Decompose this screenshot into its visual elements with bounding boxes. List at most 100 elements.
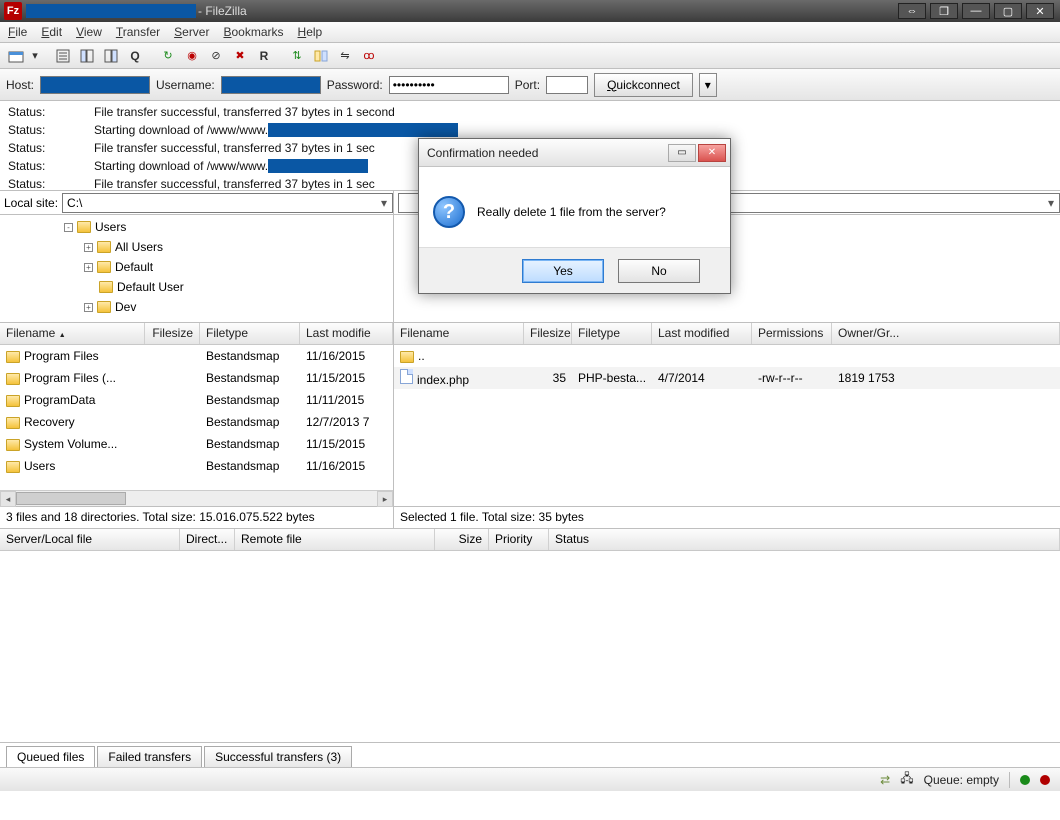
col-direction[interactable]: Direct... [180, 529, 235, 550]
menu-edit[interactable]: Edit [41, 25, 62, 39]
port-label: Port: [515, 78, 540, 92]
yes-button[interactable]: Yes [522, 259, 604, 283]
tab-queued[interactable]: Queued files [6, 746, 95, 767]
window-left-right-icon[interactable]: ⇔ [898, 3, 926, 19]
dialog-message: Really delete 1 file from the server? [477, 205, 666, 219]
process-queue-icon[interactable]: ◉ [182, 46, 202, 66]
menu-transfer[interactable]: Transfer [116, 25, 160, 39]
col-priority[interactable]: Priority [489, 529, 549, 550]
disconnect-icon[interactable]: ✖ [230, 46, 250, 66]
tab-successful[interactable]: Successful transfers (3) [204, 746, 352, 767]
list-row[interactable]: RecoveryBestandsmap12/7/2013 7 [0, 411, 393, 433]
filter-icon[interactable]: ⇅ [287, 46, 307, 66]
toolbar-dropdown-icon[interactable]: ▾ [30, 46, 40, 66]
list-row[interactable]: UsersBestandsmap11/16/2015 [0, 455, 393, 477]
queue-header: Server/Local file Direct... Remote file … [0, 529, 1060, 551]
username-label: Username: [156, 78, 215, 92]
list-row[interactable]: Program Files (...Bestandsmap11/15/2015 [0, 367, 393, 389]
menu-help[interactable]: Help [298, 25, 323, 39]
window-minimize-icon[interactable]: — [962, 3, 990, 19]
reconnect-icon[interactable]: R [254, 46, 274, 66]
search-icon[interactable]: ꚙ [359, 46, 379, 66]
list-row[interactable]: index.php35PHP-besta...4/7/2014-rw-r--r-… [394, 367, 1060, 389]
queue-body[interactable] [0, 551, 1060, 743]
toggle-queue-icon[interactable]: Q [125, 46, 145, 66]
menu-bookmarks[interactable]: Bookmarks [223, 25, 283, 39]
tree-node[interactable]: +Dev [4, 297, 389, 317]
title-bar: Fz - FileZilla ⇔ ❐ — ▢ ✕ [0, 0, 1060, 22]
dialog-help-icon[interactable]: ▭ [668, 144, 696, 162]
compare-icon[interactable] [311, 46, 331, 66]
list-row[interactable]: System Volume...Bestandsmap11/15/2015 [0, 433, 393, 455]
toggle-log-icon[interactable] [53, 46, 73, 66]
local-strip: 3 files and 18 directories. Total size: … [0, 507, 394, 528]
confirm-dialog: Confirmation needed ▭ ✕ ? Really delete … [418, 138, 731, 294]
quickconnect-button[interactable]: Quickconnect [594, 73, 693, 97]
list-row[interactable]: .. [394, 345, 1060, 367]
status-line: File transfer successful, transferred 37… [94, 105, 395, 119]
menu-file[interactable]: FFileile [8, 25, 27, 39]
window-maximize-icon[interactable]: ▢ [994, 3, 1022, 19]
toggle-local-tree-icon[interactable] [77, 46, 97, 66]
col-filename[interactable]: Filename [394, 323, 524, 344]
site-manager-icon[interactable] [6, 46, 26, 66]
toolbar: ▾ Q ↻ ◉ ⊘ ✖ R ⇅ ⇋ ꚙ [0, 43, 1060, 69]
tab-failed[interactable]: Failed transfers [97, 746, 202, 767]
col-size[interactable]: Size [435, 529, 489, 550]
list-row[interactable]: Program FilesBestandsmap11/16/2015 [0, 345, 393, 367]
transfer-icon: ⇄ [880, 773, 890, 787]
col-filesize[interactable]: Filesize [524, 323, 572, 344]
window-restore-icon[interactable]: ❐ [930, 3, 958, 19]
col-remote-file[interactable]: Remote file [235, 529, 435, 550]
tree-node[interactable]: +All Users [4, 237, 389, 257]
no-button[interactable]: No [618, 259, 700, 283]
local-site-label: Local site: [4, 196, 58, 210]
menu-server[interactable]: Server [174, 25, 209, 39]
col-server-local[interactable]: Server/Local file [0, 529, 180, 550]
col-filesize[interactable]: Filesize [145, 323, 200, 344]
username-input[interactable] [221, 76, 321, 94]
local-tree[interactable]: -Users+All Users+DefaultDefault User+Dev [0, 215, 394, 322]
folder-icon [97, 301, 111, 313]
toggle-remote-tree-icon[interactable] [101, 46, 121, 66]
title-app-name: - FileZilla [198, 4, 247, 18]
folder-icon [99, 281, 113, 293]
local-hscroll[interactable]: ◂▸ [0, 490, 393, 506]
col-lastmod[interactable]: Last modified [652, 323, 752, 344]
local-site-combo[interactable]: C:\▾ [62, 193, 393, 213]
folder-icon [97, 261, 111, 273]
tree-node[interactable]: +Default [4, 257, 389, 277]
col-lastmod[interactable]: Last modifie [300, 323, 393, 344]
tree-label: Default [115, 260, 153, 274]
tree-node[interactable]: Default User [4, 277, 389, 297]
queue-tabs: Queued files Failed transfers Successful… [0, 743, 1060, 767]
password-label: Password: [327, 78, 383, 92]
quickconnect-dropdown-icon[interactable]: ▾ [699, 73, 717, 97]
sync-browse-icon[interactable]: ⇋ [335, 46, 355, 66]
list-row[interactable]: ProgramDataBestandsmap11/11/2015 [0, 389, 393, 411]
folder-icon [97, 241, 111, 253]
status-line: File transfer successful, transferred 37… [94, 177, 375, 191]
title-host-redacted [26, 4, 196, 18]
quickconnect-bar: Host: Username: Password: Port: Quickcon… [0, 69, 1060, 101]
cancel-icon[interactable]: ⊘ [206, 46, 226, 66]
col-filetype[interactable]: Filetype [200, 323, 300, 344]
folder-icon [77, 221, 91, 233]
window-close-icon[interactable]: ✕ [1026, 3, 1054, 19]
scrollbar[interactable] [0, 319, 393, 322]
col-filename[interactable]: Filename ▲ [0, 323, 145, 344]
refresh-icon[interactable]: ↻ [158, 46, 178, 66]
col-owner[interactable]: Owner/Gr... [832, 323, 1060, 344]
port-input[interactable] [546, 76, 588, 94]
menu-view[interactable]: View [76, 25, 102, 39]
status-bar: ⇄ 🖧 Queue: empty [0, 767, 1060, 791]
col-perm[interactable]: Permissions [752, 323, 832, 344]
host-input[interactable] [40, 76, 150, 94]
dialog-close-icon[interactable]: ✕ [698, 144, 726, 162]
app-logo-icon: Fz [4, 2, 22, 20]
host-label: Host: [6, 78, 34, 92]
password-input[interactable] [389, 76, 509, 94]
col-status[interactable]: Status [549, 529, 1060, 550]
col-filetype[interactable]: Filetype [572, 323, 652, 344]
tree-node[interactable]: -Users [4, 217, 389, 237]
